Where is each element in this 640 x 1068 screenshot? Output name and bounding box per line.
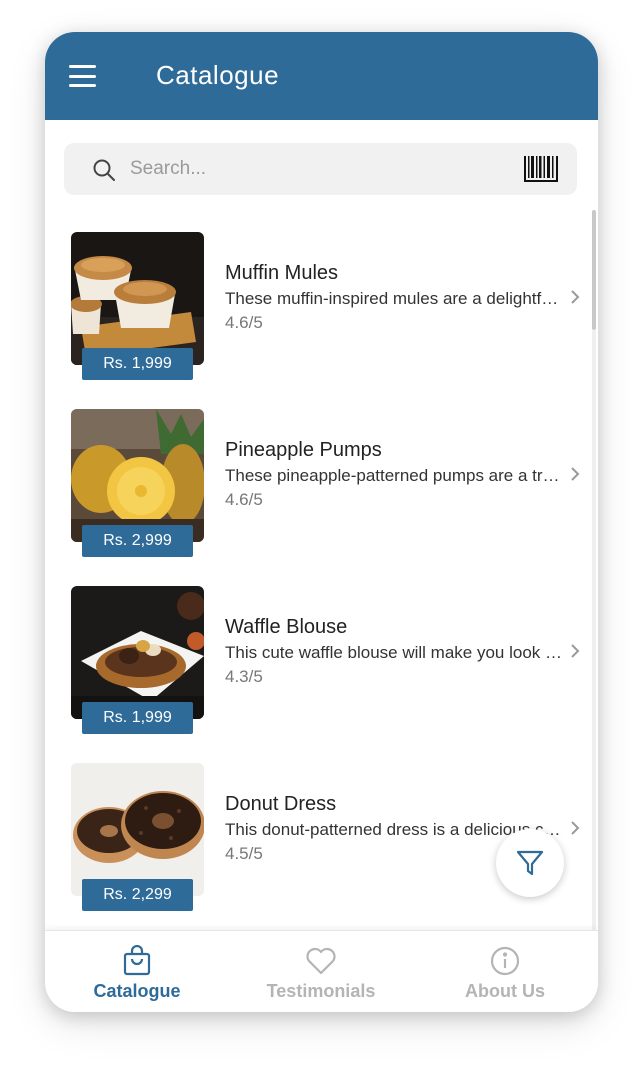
info-icon [490, 946, 520, 976]
product-description: This cute waffle blouse will make you lo… [225, 643, 565, 662]
price-tag: Rs. 2,299 [82, 879, 193, 911]
filter-icon [516, 850, 544, 876]
product-rating: 4.5/5 [225, 844, 263, 863]
scrollbar-thumb[interactable] [592, 210, 596, 330]
product-rating: 4.3/5 [225, 667, 263, 686]
chevron-right-icon [571, 467, 580, 481]
product-title: Waffle Blouse [225, 616, 348, 638]
price-tag: Rs. 1,999 [82, 702, 193, 734]
product-item-waffle-blouse[interactable]: Rs. 1,999 Waffle Blouse This cute waffle… [45, 586, 598, 746]
product-image [71, 409, 204, 542]
price-tag: Rs. 2,999 [82, 525, 193, 557]
chevron-right-icon [571, 821, 580, 835]
page-title: Catalogue [156, 60, 280, 90]
barcode-scanner-icon[interactable] [524, 156, 558, 182]
scrollbar-track [592, 330, 596, 930]
shopping-bag-icon [123, 945, 151, 976]
product-item-pineapple-pumps[interactable]: Rs. 2,999 Pineapple Pumps These pineappl… [45, 409, 598, 569]
product-title: Muffin Mules [225, 262, 339, 284]
app-header: Catalogue [45, 32, 598, 120]
product-title: Pineapple Pumps [225, 439, 382, 461]
tab-label: Testimonials [266, 981, 376, 1001]
search-input[interactable] [130, 155, 510, 183]
tab-about-us[interactable]: About Us [413, 931, 597, 1012]
chevron-right-icon [571, 290, 580, 304]
tab-testimonials[interactable]: Testimonials [229, 931, 413, 1012]
product-rating: 4.6/5 [225, 490, 263, 509]
tab-catalogue[interactable]: Catalogue [45, 931, 229, 1012]
product-description: These muffin-inspired mules are a deligh… [225, 289, 565, 308]
search-icon [93, 159, 115, 181]
product-image [71, 232, 204, 365]
bottom-tab-bar: Catalogue Testimonials About Us [45, 930, 598, 1012]
product-image [71, 763, 204, 896]
chevron-right-icon [571, 644, 580, 658]
product-item-muffin-mules[interactable]: Rs. 1,999 Muffin Mules These muffin-insp… [45, 232, 598, 392]
price-tag: Rs. 1,999 [82, 348, 193, 380]
product-title: Donut Dress [225, 793, 337, 815]
heart-icon [306, 947, 336, 975]
phone-screen: Catalogue Search... Rs. 1,999 Muffin Mul… [45, 32, 598, 1012]
product-rating: 4.6/5 [225, 313, 263, 332]
tab-label: Catalogue [93, 981, 181, 1001]
product-image [71, 586, 204, 719]
hamburger-menu-icon[interactable] [69, 65, 97, 87]
product-description: These pineapple-patterned pumps are a tr… [225, 466, 565, 485]
search-bar [64, 143, 577, 195]
tab-label: About Us [465, 981, 545, 1001]
filter-button[interactable] [496, 829, 564, 897]
